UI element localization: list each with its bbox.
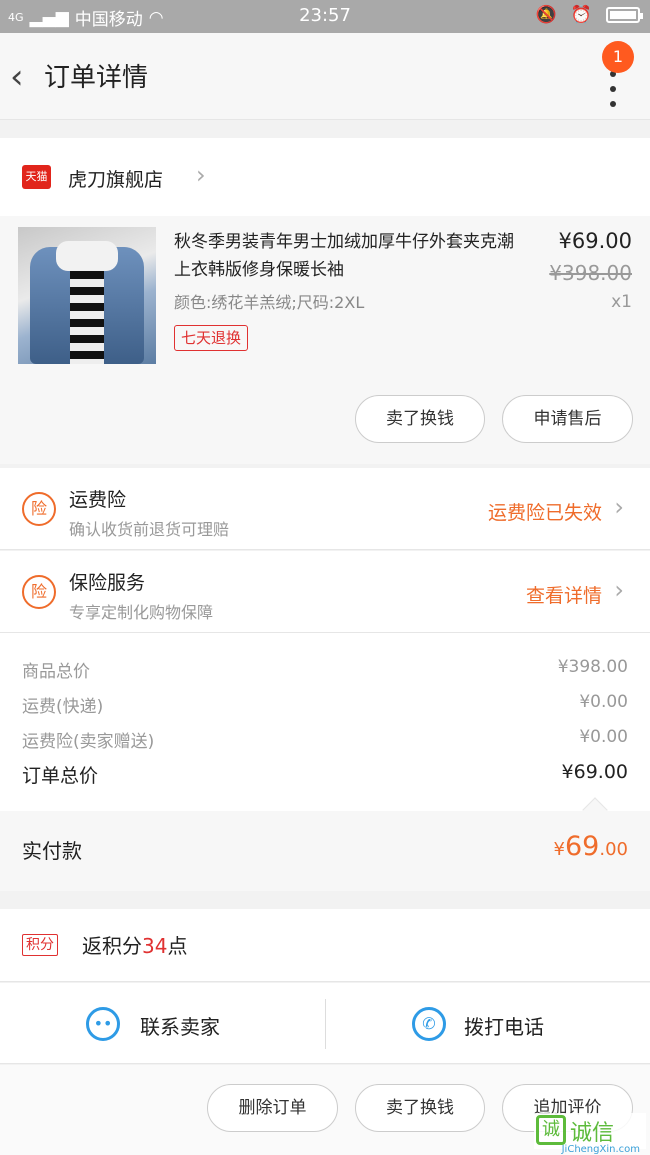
insurance-icon: 险 [22, 575, 56, 609]
chat-face-icon: •• [86, 1007, 120, 1041]
insurance-status: 查看详情 [525, 585, 602, 607]
delete-order-button[interactable]: 删除订单 [207, 1084, 338, 1132]
page-title: 订单详情 [44, 63, 149, 93]
more-menu-icon[interactable] [610, 71, 616, 116]
phone-icon: ✆ [412, 1007, 446, 1041]
battery-icon [606, 7, 643, 23]
order-total-row: 订单总价 ¥69.00 [22, 761, 628, 788]
summary-label: 运费(快递) [22, 697, 104, 717]
store-row[interactable]: 天猫 虎刀旗舰店 › [0, 138, 650, 216]
insurance-title: 运费险 [69, 489, 127, 511]
original-price: ¥398.00 [549, 261, 632, 285]
summary-row: 运费(快递) ¥0.00 [22, 692, 628, 717]
summary-row: 运费险(卖家赠送) ¥0.00 [22, 727, 628, 752]
notification-badge: 1 [602, 41, 634, 73]
insurance-status: 运费险已失效 [487, 502, 602, 524]
status-bar: 4G ▂▄▆ 中国移动 ◠ 23:57 🔕 ⏰ [0, 0, 650, 33]
summary-value: ¥0.00 [579, 692, 628, 712]
call-phone-label: 拨打电话 [464, 1015, 544, 1039]
freight-insurance-row[interactable]: 险 运费险 确认收货前退货可理赔 运费险已失效 › [0, 468, 650, 550]
points-row: 积分 返积分34点 [0, 909, 650, 982]
header: ‹ 订单详情 1 [0, 33, 650, 120]
alarm-icon: ⏰ [570, 5, 592, 25]
mute-bell-icon: 🔕 [535, 5, 557, 25]
store-name: 虎刀旗舰店 [68, 169, 164, 191]
points-text: 返积分34点 [82, 934, 188, 958]
product-image[interactable] [18, 227, 156, 364]
insurance-subtitle: 确认收货前退货可理赔 [69, 520, 230, 539]
sell-for-cash-button[interactable]: 卖了换钱 [355, 1084, 485, 1132]
back-icon[interactable]: ‹ [10, 57, 24, 97]
order-total-label: 订单总价 [22, 765, 99, 787]
payment-label: 实付款 [22, 839, 82, 863]
product-spec: 颜色:绣花羊羔绒;尺码:2XL [174, 293, 365, 312]
after-sale-button[interactable]: 申请售后 [502, 395, 633, 443]
order-item: 秋冬季男装青年男士加绒加厚牛仔外套夹克潮上衣韩版修身保暖长袖 颜色:绣花羊羔绒;… [0, 216, 650, 464]
price-summary: 商品总价 ¥398.00 运费(快递) ¥0.00 运费险(卖家赠送) ¥0.0… [0, 633, 650, 811]
summary-value: ¥398.00 [557, 657, 628, 677]
points-tag: 积分 [22, 934, 58, 956]
summary-value: ¥0.00 [579, 727, 628, 747]
tmall-logo-icon: 天猫 [22, 165, 51, 189]
watermark-text: 诚信 [570, 1121, 615, 1146]
insurance-service-row[interactable]: 险 保险服务 专享定制化购物保障 查看详情 › [0, 551, 650, 633]
chevron-right-icon: › [196, 161, 206, 189]
product-price: ¥69.00 [558, 229, 632, 253]
insurance-icon: 险 [22, 492, 56, 526]
order-total-value: ¥69.00 [561, 761, 628, 783]
summary-row: 商品总价 ¥398.00 [22, 657, 628, 682]
bottom-actions: 删除订单 卖了换钱 追加评价 诚 诚信 JiChengXin.com [0, 1065, 650, 1155]
watermark-url: JiChengXin.com [561, 1144, 640, 1155]
insurance-title: 保险服务 [69, 572, 146, 594]
return-policy-tag: 七天退换 [174, 325, 249, 351]
watermark-logo-icon: 诚 [536, 1115, 566, 1145]
chevron-right-icon: › [614, 493, 624, 521]
chevron-right-icon: › [614, 576, 624, 604]
contact-seller-button[interactable]: •• 联系卖家 [0, 983, 325, 1064]
actual-payment: 实付款 ¥69.00 [0, 797, 650, 891]
product-title[interactable]: 秋冬季男装青年男士加绒加厚牛仔外套夹克潮上衣韩版修身保暖长袖 [174, 228, 528, 284]
summary-label: 运费险(卖家赠送) [22, 732, 155, 752]
summary-label: 商品总价 [22, 662, 90, 682]
payment-amount: ¥69.00 [553, 831, 628, 862]
sell-for-cash-button[interactable]: 卖了换钱 [355, 395, 485, 443]
product-quantity: x1 [611, 292, 632, 312]
call-phone-button[interactable]: ✆ 拨打电话 [326, 983, 650, 1064]
contact-seller-label: 联系卖家 [140, 1015, 220, 1039]
contact-bar: •• 联系卖家 ✆ 拨打电话 [0, 983, 650, 1064]
insurance-subtitle: 专享定制化购物保障 [69, 603, 214, 622]
